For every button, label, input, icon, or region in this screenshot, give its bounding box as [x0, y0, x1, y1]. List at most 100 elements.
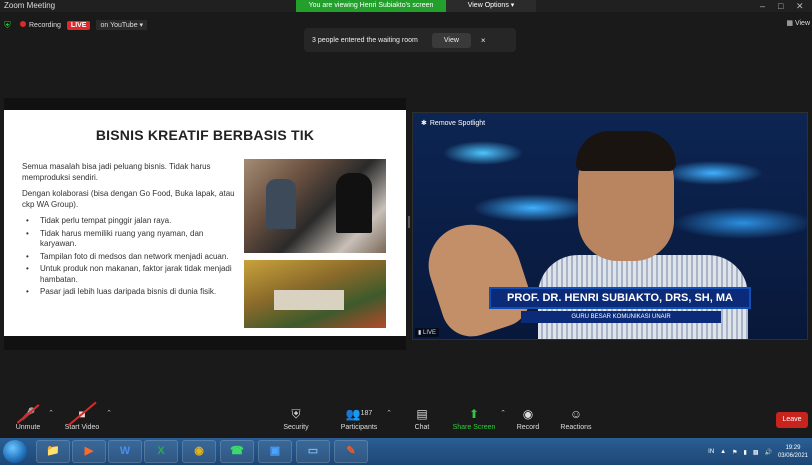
slide-bullet: Pasar jadi lebih luas daripada bisnis di… — [22, 287, 236, 298]
maximize-icon[interactable]: □ — [778, 0, 783, 12]
slide-bullet: Tampilan foto di medsos dan network menj… — [22, 252, 236, 263]
record-label: Record — [516, 424, 540, 431]
share-screen-icon: ⬆ — [468, 407, 480, 421]
live-badge[interactable]: LIVE — [66, 20, 91, 30]
participants-icon: 👥187 — [345, 407, 373, 421]
recording-label: Recording — [29, 22, 61, 29]
spotlight-icon: ✱ — [421, 120, 427, 127]
view-layout-button[interactable]: ▦ View — [786, 19, 810, 27]
speaker-name-banner: PROF. DR. HENRI SUBIAKTO, DRS, SH, MA — [489, 287, 751, 309]
chevron-up-icon[interactable]: ⌃ — [386, 409, 392, 417]
file-explorer-icon[interactable]: 📁 — [36, 440, 70, 463]
pdf-icon[interactable]: ✎ — [334, 440, 368, 463]
record-icon: ◉ — [522, 407, 534, 421]
waiting-room-notification: 3 people entered the waiting room View × — [304, 28, 516, 52]
split-divider-handle[interactable] — [408, 216, 410, 228]
speaker-live-tag: ▮ LIVE — [415, 328, 439, 337]
slide-photo-delivery — [244, 260, 386, 328]
slide-paragraph: Semua masalah bisa jadi peluang bisnis. … — [22, 162, 211, 182]
clock[interactable]: 19:29 03/06/2021 — [778, 444, 808, 460]
record-button[interactable]: ◉ Record — [516, 406, 540, 436]
live-platform-dropdown[interactable]: on YouTube ▾ — [96, 20, 148, 30]
network-icon[interactable]: ▩ — [753, 449, 759, 456]
participants-button[interactable]: 👥187 Participants ⌃ — [336, 406, 392, 436]
battery-icon[interactable]: ▮ — [744, 449, 747, 456]
video-off-icon: ■ — [62, 406, 102, 422]
windows-taskbar: 📁 ▶ W X ◉ ☎ ▣ ▭ ✎ IN ▲ ⚑ ▮ ▩ 🔊 19:29 03/… — [0, 438, 812, 465]
viewing-screen-banner: You are viewing Henri Subiakto's screen — [296, 0, 446, 12]
chat-icon: ▤ — [416, 407, 428, 421]
slide-title: BISNIS KREATIF BERBASIS TIK — [95, 127, 315, 143]
meeting-toolbar: 🎤 Unmute ⌃ ■ Start Video ⌃ ⛨ Security 👥1… — [0, 404, 812, 438]
excel-icon[interactable]: X — [144, 440, 178, 463]
start-button-icon[interactable] — [3, 440, 27, 463]
chat-button[interactable]: ▤ Chat — [410, 406, 434, 436]
recording-status-row: ⛨ Recording LIVE on YouTube ▾ — [4, 18, 148, 32]
speaker-role-banner: GURU BESAR KOMUNIKASI UNAIR — [521, 311, 721, 323]
word-icon[interactable]: W — [108, 440, 142, 463]
clock-time: 19:29 — [785, 445, 801, 451]
chrome-icon[interactable]: ◉ — [182, 440, 216, 463]
security-button[interactable]: ⛨ Security — [280, 406, 312, 436]
input-language[interactable]: IN — [708, 449, 714, 455]
photo-table — [274, 290, 344, 310]
share-screen-button[interactable]: ⬆ Share Screen ⌃ — [452, 406, 506, 436]
participants-count: 187 — [360, 410, 373, 417]
remove-spotlight-button[interactable]: ✱ Remove Spotlight — [421, 119, 486, 128]
slide-photo-shop — [244, 159, 386, 253]
presentation-slide: BISNIS KREATIF BERBASIS TIK Semua masala… — [4, 110, 406, 336]
slide-body: Semua masalah bisa jadi peluang bisnis. … — [22, 162, 236, 300]
recording-indicator[interactable]: Recording — [20, 21, 61, 29]
shield-icon[interactable]: ⛨ — [4, 20, 14, 30]
view-layout-label: View — [794, 20, 810, 27]
window-title: Zoom Meeting — [4, 1, 56, 10]
chevron-up-icon[interactable]: ⌃ — [500, 409, 506, 417]
signal-icon: ▮ — [418, 330, 422, 336]
slide-bullet: Tidak perlu tempat pinggir jalan raya. — [22, 216, 236, 227]
leave-button[interactable]: Leave — [776, 412, 808, 428]
tray-arrow-icon[interactable]: ▲ — [720, 449, 726, 455]
slide-bullet-list: Tidak perlu tempat pinggir jalan raya. T… — [22, 216, 236, 298]
share-screen-label: Share Screen — [452, 424, 496, 431]
photo-person — [266, 179, 296, 229]
speaker-person — [418, 131, 748, 339]
clock-date: 03/06/2021 — [777, 453, 808, 459]
photo-person — [336, 173, 372, 233]
volume-icon[interactable]: 🔊 — [764, 449, 771, 456]
unmute-label: Unmute — [15, 424, 41, 431]
media-player-icon[interactable]: ▶ — [72, 440, 106, 463]
remove-spotlight-label: Remove Spotlight — [429, 119, 486, 127]
reactions-label: Reactions — [560, 424, 592, 431]
window-switcher-icon[interactable]: ▭ — [296, 440, 330, 463]
close-icon[interactable]: × — [481, 36, 486, 45]
slide-bullet: Untuk produk non makanan, faktor jarak t… — [22, 264, 236, 285]
microphone-muted-icon: 🎤 — [12, 406, 44, 422]
flag-icon[interactable]: ⚑ — [732, 449, 737, 456]
slide-paragraph: Dengan kolaborasi (bisa dengan Go Food, … — [22, 189, 235, 209]
waiting-room-view-button[interactable]: View — [431, 32, 471, 48]
zoom-icon[interactable]: ▣ — [258, 440, 292, 463]
shield-icon: ⛨ — [291, 407, 301, 421]
participants-label: Participants — [340, 424, 378, 431]
speaker-video: ✱ Remove Spotlight PROF. DR. HENRI SUBIA… — [412, 112, 808, 340]
shared-screen: BISNIS KREATIF BERBASIS TIK Semua masala… — [4, 98, 406, 350]
unmute-button[interactable]: 🎤 Unmute ⌃ — [12, 406, 54, 436]
waiting-room-message: 3 people entered the waiting room — [312, 36, 418, 44]
smiley-icon: ☺ — [569, 407, 583, 421]
minimize-icon[interactable]: – — [760, 0, 765, 12]
speaker-hair — [576, 131, 676, 171]
chevron-up-icon[interactable]: ⌃ — [106, 409, 112, 417]
reactions-button[interactable]: ☺ Reactions — [560, 406, 592, 436]
record-dot-icon — [20, 21, 26, 27]
start-video-button[interactable]: ■ Start Video ⌃ — [62, 406, 112, 436]
speaker-live-label: LIVE — [422, 330, 436, 336]
chat-label: Chat — [414, 424, 430, 431]
grid-icon: ▦ — [786, 20, 793, 27]
view-options-button[interactable]: View Options ▾ — [446, 0, 536, 12]
security-label: Security — [283, 424, 309, 431]
slide-bullet: Tidak harus memiliki ruang yang nyaman, … — [22, 229, 236, 250]
chevron-up-icon[interactable]: ⌃ — [48, 409, 54, 417]
whatsapp-icon[interactable]: ☎ — [220, 440, 254, 463]
system-tray: IN ▲ ⚑ ▮ ▩ 🔊 19:29 03/06/2021 — [708, 441, 808, 463]
close-window-icon[interactable]: ✕ — [796, 0, 804, 12]
